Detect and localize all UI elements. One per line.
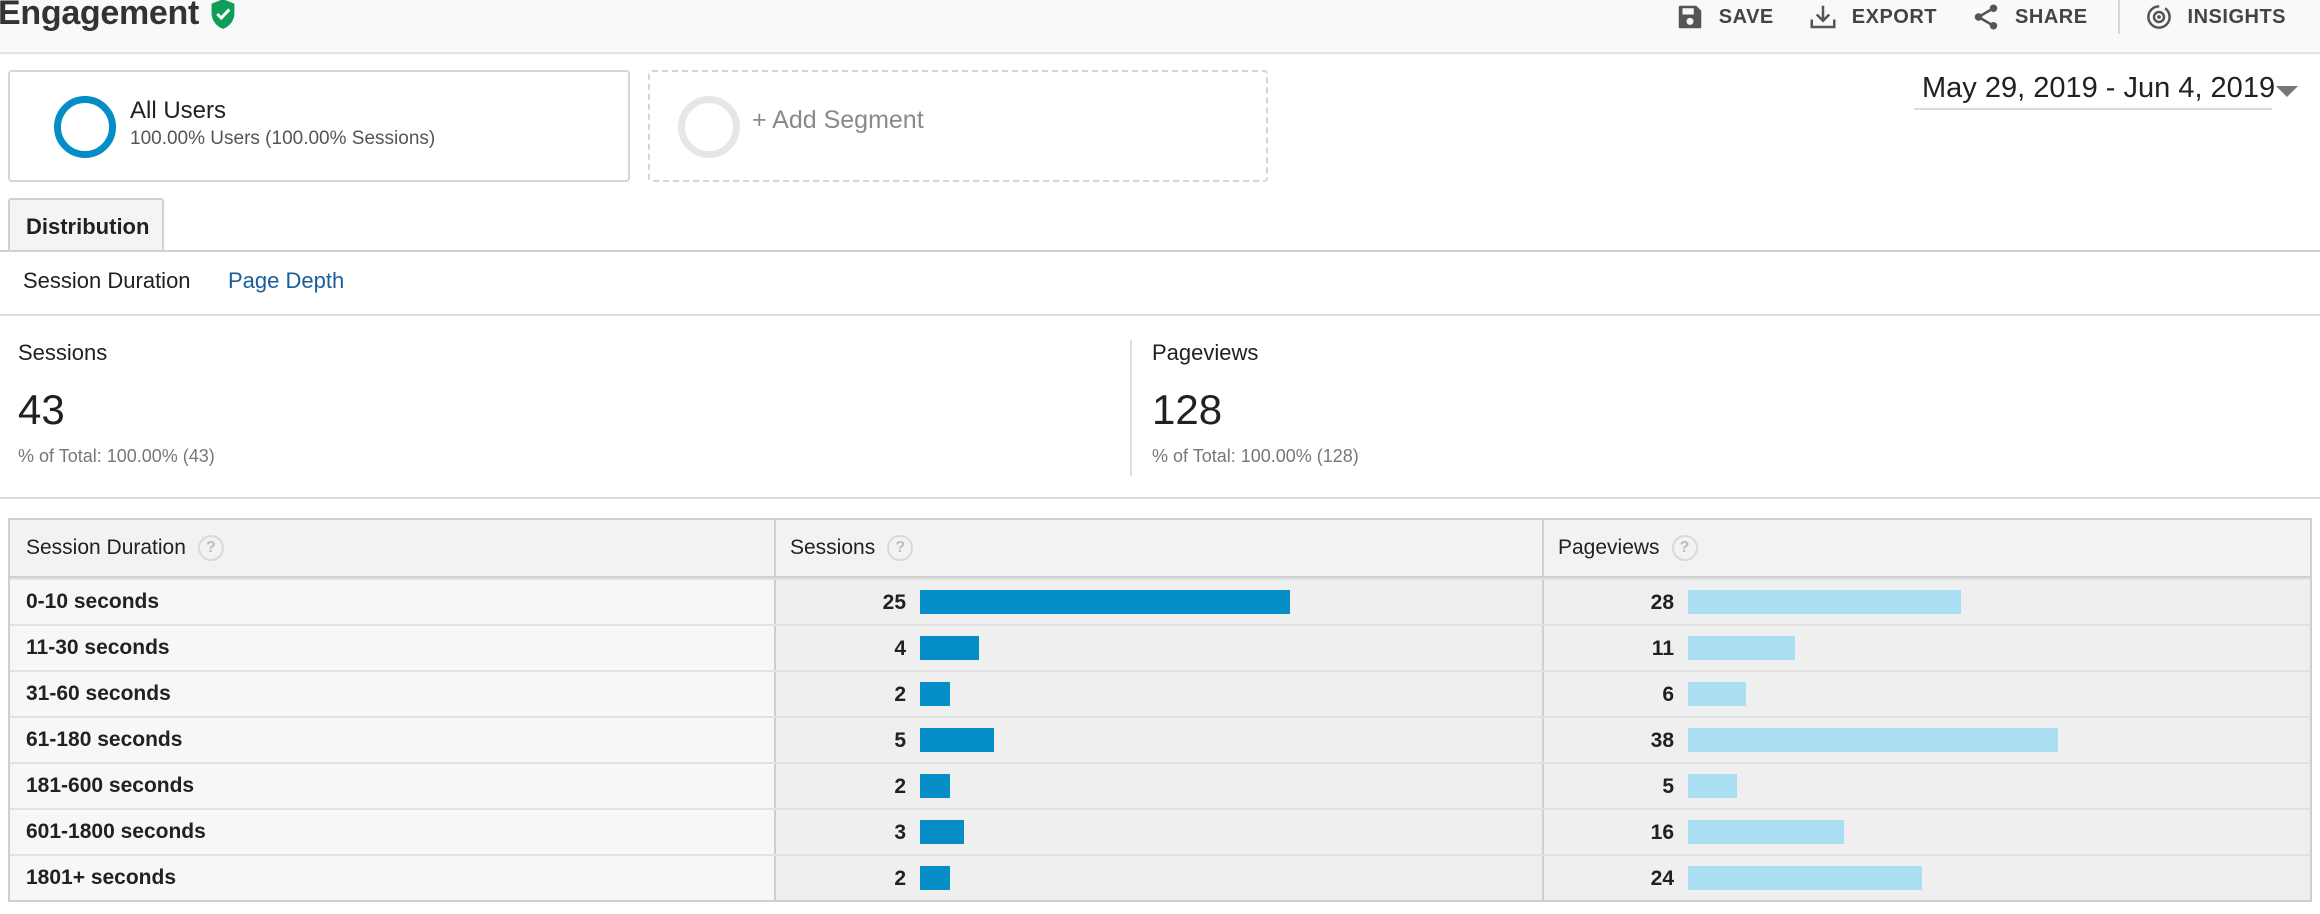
header-label: Pageviews [1558, 536, 1660, 559]
row-label: 181-600 seconds [26, 774, 195, 797]
sessions-value: 2 [894, 867, 906, 890]
sessions-value: 3 [894, 821, 906, 844]
add-segment-button[interactable]: + Add Segment [648, 70, 1268, 182]
tab-divider [0, 250, 2320, 252]
help-icon[interactable]: ? [197, 535, 224, 561]
table-row: 181-600 seconds 2 5 [10, 762, 2310, 808]
title-area: Engagement [0, 0, 237, 33]
subtab-session-duration[interactable]: Session Duration [23, 268, 191, 294]
sessions-bar [920, 774, 950, 798]
segment-detail: 100.00% Users (100.00% Sessions) [130, 128, 436, 149]
scorecard-sessions: Sessions 43 % of Total: 100.00% (43) [18, 340, 1128, 476]
scorecard-total: % of Total: 100.00% (43) [18, 446, 215, 466]
chevron-down-icon [2276, 86, 2298, 97]
header-session-duration[interactable]: Session Duration ? [10, 520, 776, 576]
row-label: 31-60 seconds [26, 682, 171, 705]
save-button[interactable]: SAVE [1675, 2, 1808, 32]
sessions-bar [920, 590, 1290, 614]
pageviews-bar [1688, 636, 1795, 660]
pageviews-value: 38 [1650, 729, 1674, 752]
scorecard-label: Pageviews [1152, 340, 1259, 365]
pageviews-value: 24 [1650, 867, 1674, 890]
sessions-bar [920, 728, 994, 752]
tab-distribution-label: Distribution [26, 214, 150, 239]
date-range-text: May 29, 2019 - Jun 4, 2019 [1922, 72, 2276, 104]
pageviews-bar [1688, 866, 1922, 890]
report-header: Engagement SAVE EXPORT SHARE INSIGHTS [0, 0, 2320, 54]
actions-divider [2117, 0, 2120, 34]
sessions-value: 2 [894, 775, 906, 798]
scorecard-value: 128 [1152, 386, 1223, 433]
table-row: 31-60 seconds 2 6 [10, 670, 2310, 716]
sessions-bar [920, 820, 964, 844]
export-label: EXPORT [1851, 5, 1938, 28]
header-pageviews[interactable]: Pageviews ? [1544, 520, 2310, 576]
tab-distribution[interactable]: Distribution [8, 198, 164, 252]
save-icon [1678, 5, 1702, 29]
share-icon [1974, 4, 1998, 30]
pageviews-bar [1688, 820, 1844, 844]
help-icon[interactable]: ? [1671, 535, 1698, 561]
share-button[interactable]: SHARE [1971, 2, 2122, 32]
scorecard-label: Sessions [18, 340, 108, 365]
row-label: 0-10 seconds [26, 590, 160, 613]
segment-name: All Users [130, 97, 227, 124]
pageviews-bar [1688, 774, 1737, 798]
header-label: Session Duration [26, 536, 186, 559]
save-label: SAVE [1718, 5, 1774, 28]
share-label: SHARE [2015, 5, 2088, 28]
sessions-bar [920, 866, 950, 890]
insights-icon [2146, 5, 2171, 29]
subtab-divider [0, 314, 2320, 316]
date-range-picker[interactable]: May 29, 2019 - Jun 4, 2019 [1914, 70, 2298, 110]
insights-label: INSIGHTS [2187, 5, 2286, 28]
table-row: 1801+ seconds 2 24 [10, 854, 2310, 900]
table-row: 11-30 seconds 4 11 [10, 624, 2310, 670]
pageviews-bar [1688, 682, 1746, 706]
empty-segment-ring-icon [678, 96, 740, 158]
sessions-value: 25 [882, 591, 906, 614]
pageviews-value: 6 [1662, 683, 1674, 706]
pageviews-value: 28 [1650, 591, 1674, 614]
header-label: Sessions [790, 536, 876, 559]
row-label: 601-1800 seconds [26, 820, 206, 843]
add-segment-label: + Add Segment [752, 106, 924, 134]
export-icon [1810, 5, 1836, 29]
export-button[interactable]: EXPORT [1808, 2, 1971, 32]
segment-all-users[interactable]: All Users 100.00% Users (100.00% Session… [8, 70, 630, 182]
verified-shield-icon [211, 0, 235, 29]
scorecard-total: % of Total: 100.00% (128) [1152, 446, 1359, 466]
pageviews-value: 16 [1650, 821, 1674, 844]
subtab-page-depth[interactable]: Page Depth [228, 268, 344, 294]
page-title: Engagement [0, 0, 200, 32]
help-icon[interactable]: ? [887, 535, 914, 561]
sessions-bar [920, 636, 979, 660]
pageviews-value: 11 [1651, 637, 1674, 660]
table-row: 601-1800 seconds 3 16 [10, 808, 2310, 854]
scorecard-value: 43 [18, 386, 65, 433]
insights-button[interactable]: INSIGHTS [2144, 2, 2320, 32]
scorecard-pageviews: Pageviews 128 % of Total: 100.00% (128) [1130, 340, 2280, 476]
segment-ring-icon [54, 96, 116, 158]
sessions-value: 5 [894, 729, 906, 752]
pageviews-bar [1688, 728, 2058, 752]
sessions-value: 4 [894, 637, 906, 660]
report-actions: SAVE EXPORT SHARE INSIGHTS [1675, 0, 2320, 34]
row-label: 61-180 seconds [26, 728, 183, 751]
pageviews-value: 5 [1662, 775, 1674, 798]
table-row: 61-180 seconds 5 38 [10, 716, 2310, 762]
header-sessions[interactable]: Sessions ? [776, 520, 1544, 576]
sessions-value: 2 [894, 683, 906, 706]
table-header-row: Session Duration ? Sessions ? Pageviews … [10, 520, 2310, 578]
pageviews-bar [1688, 590, 1961, 614]
scorecard-divider [0, 497, 2320, 499]
sessions-bar [920, 682, 950, 706]
row-label: 11-30 seconds [26, 636, 170, 659]
distribution-table: Session Duration ? Sessions ? Pageviews … [8, 518, 2312, 902]
row-label: 1801+ seconds [26, 866, 177, 889]
table-row: 0-10 seconds 25 28 [10, 578, 2310, 624]
